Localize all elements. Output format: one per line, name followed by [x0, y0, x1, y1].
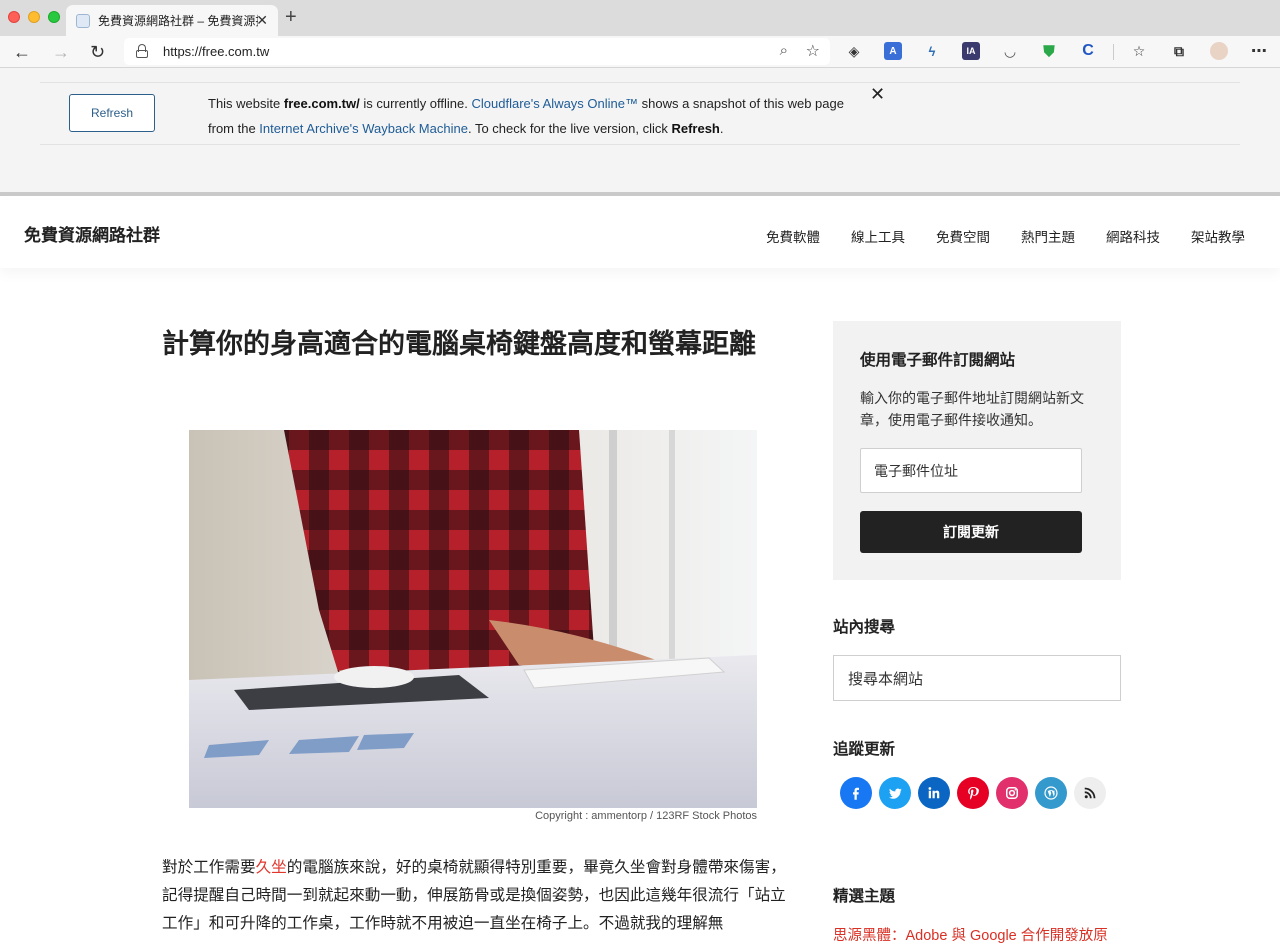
favorite-star-icon[interactable]: ☆: [806, 41, 820, 61]
lock-icon: [136, 44, 148, 58]
nav-item-tech[interactable]: 網路科技: [1106, 226, 1160, 246]
forward-arrow-icon[interactable]: →: [52, 40, 70, 64]
c-extension-icon[interactable]: C: [1079, 42, 1097, 60]
main-navigation: 免費軟體 線上工具 免費空間 熱門主題 網路科技 架站教學: [766, 226, 1245, 246]
browser-tab[interactable]: 免費資源網路社群 – 免費資源指南 ✕: [66, 5, 278, 36]
article-hero-image: [189, 430, 757, 808]
browser-tab-bar: 免費資源網路社群 – 免費資源指南 ✕ +: [0, 0, 1280, 36]
more-menu-icon[interactable]: ⋯: [1250, 42, 1268, 60]
follow-heading: 追蹤更新: [833, 741, 896, 758]
tool-extension-icon[interactable]: ϟ: [923, 42, 941, 60]
minimize-window-button[interactable]: [28, 11, 40, 23]
always-online-banner: Refresh This website free.com.tw/ is cur…: [0, 68, 1280, 196]
layers-extension-icon[interactable]: ◈: [845, 42, 863, 60]
banner-close-icon[interactable]: ✕: [870, 84, 885, 105]
nav-item-online-tools[interactable]: 線上工具: [851, 226, 905, 246]
nav-item-free-hosting[interactable]: 免費空間: [936, 226, 990, 246]
rss-icon[interactable]: [1074, 777, 1106, 809]
profile-avatar[interactable]: [1210, 42, 1228, 60]
facebook-icon[interactable]: [840, 777, 872, 809]
site-header: 免費資源網路社群 免費軟體 線上工具 免費空間 熱門主題 網路科技 架站教學: [0, 200, 1280, 268]
translate-extension-icon[interactable]: A: [884, 42, 902, 60]
close-window-button[interactable]: [8, 11, 20, 23]
browser-toolbar: ← → ↻ https://free.com.tw ⌕ ☆ ◈ A ϟ IA ◡…: [0, 36, 1280, 68]
article-title: 計算你的身高適合的電腦桌椅鍵盤高度和螢幕距離: [162, 329, 756, 359]
offline-domain: free.com.tw/: [283, 96, 360, 111]
zoom-window-button[interactable]: [48, 11, 60, 23]
banner-divider-top: [40, 82, 1240, 83]
wayback-machine-link[interactable]: Internet Archive's Wayback Machine: [259, 121, 468, 136]
tab-close-icon[interactable]: ✕: [256, 12, 268, 29]
nav-item-site-tutorials[interactable]: 架站教學: [1191, 226, 1245, 246]
reload-icon[interactable]: ↻: [90, 40, 105, 64]
email-subscribe-widget: 使用電子郵件訂閱網站 輸入你的電子郵件地址訂閱網站新文章，使用電子郵件接收通知。…: [833, 321, 1121, 580]
pocket-extension-icon[interactable]: ◡: [1001, 42, 1019, 60]
new-tab-button[interactable]: +: [285, 5, 297, 29]
collections-icon[interactable]: ⧉: [1170, 42, 1188, 60]
nav-item-free-software[interactable]: 免費軟體: [766, 226, 820, 246]
site-search-heading: 站內搜尋: [833, 619, 896, 636]
refresh-button[interactable]: Refresh: [69, 94, 155, 132]
site-search-input[interactable]: 搜尋本網站: [833, 655, 1121, 701]
featured-topic-link[interactable]: 思源黑體：Adobe 與 Google 合作開發放原: [833, 924, 1108, 945]
linkedin-icon[interactable]: [918, 777, 950, 809]
instagram-icon[interactable]: [996, 777, 1028, 809]
twitter-icon[interactable]: [879, 777, 911, 809]
shield-extension-icon[interactable]: ⛊: [1040, 42, 1058, 60]
image-caption: Copyright : ammentorp / 123RF Stock Phot…: [535, 810, 757, 822]
zoom-icon[interactable]: ⌕: [780, 42, 788, 59]
site-title[interactable]: 免費資源網路社群: [24, 221, 160, 246]
favorites-list-icon[interactable]: ☆: [1130, 42, 1148, 60]
article-body: 對於工作需要久坐的電腦族來說，好的桌椅就顯得特別重要，畢竟久坐會對身體帶來傷害，…: [162, 859, 786, 932]
wordpress-icon[interactable]: [1035, 777, 1067, 809]
tab-title: 免費資源網路社群 – 免費資源指南: [98, 14, 258, 28]
subscribe-heading: 使用電子郵件訂閱網站: [860, 352, 1016, 369]
banner-message: This website free.com.tw/ is currently o…: [208, 96, 844, 136]
address-bar[interactable]: https://free.com.tw ⌕ ☆: [124, 38, 830, 65]
site-favicon-icon: [76, 13, 90, 28]
pinterest-icon[interactable]: [957, 777, 989, 809]
back-arrow-icon[interactable]: ←: [13, 40, 31, 64]
toolbar-separator: [1113, 44, 1114, 60]
featured-topics-heading: 精選主題: [833, 888, 896, 905]
subscribe-description: 輸入你的電子郵件地址訂閱網站新文章，使用電子郵件接收通知。: [860, 390, 1084, 428]
banner-divider-bottom: [40, 144, 1240, 145]
nav-item-hot-topics[interactable]: 熱門主題: [1021, 226, 1075, 246]
email-field[interactable]: 電子郵件位址: [860, 448, 1082, 493]
cloudflare-always-online-link[interactable]: Cloudflare's Always Online™: [472, 96, 639, 111]
subscribe-button[interactable]: 訂閱更新: [860, 511, 1082, 553]
url-text[interactable]: https://free.com.tw: [163, 44, 269, 59]
sitting-tag-link[interactable]: 久坐: [256, 859, 287, 876]
ia-extension-icon[interactable]: IA: [962, 42, 980, 60]
